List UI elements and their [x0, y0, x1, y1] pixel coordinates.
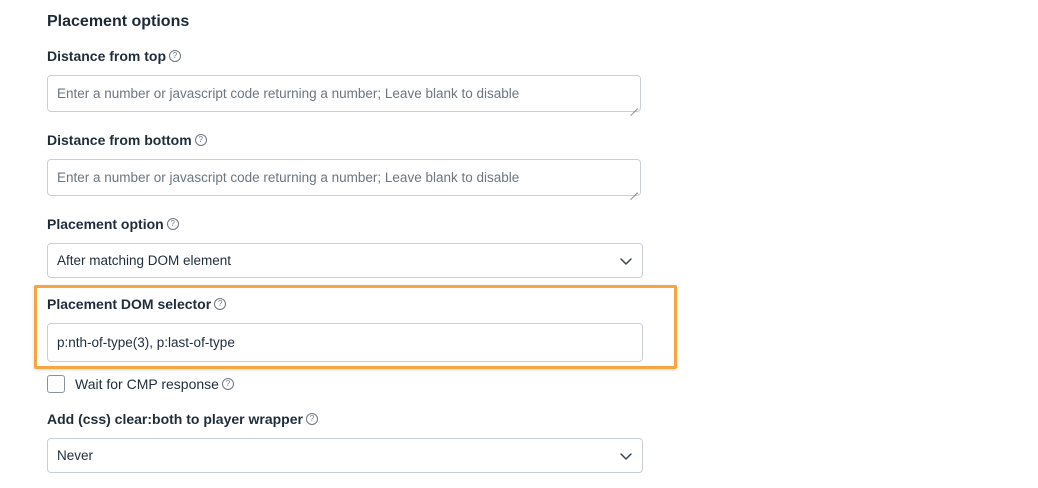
section-title: Placement options — [47, 13, 190, 30]
resize-grip-icon[interactable] — [630, 101, 638, 109]
placement-option-label: Placement option — [47, 216, 164, 232]
distance-top-field[interactable]: Enter a number or javascript code return… — [47, 75, 641, 112]
placement-option-value: After matching DOM element — [57, 253, 232, 268]
css-clear-label: Add (css) clear:both to player wrapper — [47, 411, 303, 427]
distance-bottom-field[interactable]: Enter a number or javascript code return… — [47, 159, 641, 196]
css-clear-label-row: Add (css) clear:both to player wrapper ? — [47, 410, 318, 428]
help-icon[interactable]: ? — [194, 134, 207, 146]
chevron-down-icon — [620, 452, 632, 460]
chevron-down-icon — [620, 257, 632, 265]
placement-option-select[interactable]: After matching DOM element — [47, 243, 643, 278]
wait-cmp-row: Wait for CMP response ? — [47, 375, 234, 393]
help-icon[interactable]: ? — [169, 50, 182, 62]
placement-selector-label: Placement DOM selector — [47, 296, 212, 312]
wait-cmp-checkbox[interactable] — [47, 375, 65, 393]
placement-selector-label-row: Placement DOM selector ? — [47, 295, 227, 313]
distance-top-label: Distance from top — [47, 48, 167, 64]
resize-grip-icon[interactable] — [630, 185, 638, 193]
help-icon[interactable]: ? — [305, 413, 318, 425]
distance-bottom-label: Distance from bottom — [47, 132, 192, 148]
placement-selector-value: p:nth-of-type(3), p:last-of-type — [57, 335, 235, 350]
distance-top-placeholder: Enter a number or javascript code return… — [57, 86, 520, 101]
distance-top-label-row: Distance from top ? — [47, 47, 182, 65]
help-icon[interactable]: ? — [221, 378, 234, 390]
css-clear-value: Never — [57, 448, 94, 463]
placement-selector-input[interactable]: p:nth-of-type(3), p:last-of-type — [47, 323, 643, 362]
wait-cmp-label[interactable]: Wait for CMP response — [75, 376, 219, 392]
distance-bottom-placeholder: Enter a number or javascript code return… — [57, 170, 520, 185]
help-icon[interactable]: ? — [166, 218, 179, 230]
css-clear-select[interactable]: Never — [47, 438, 643, 473]
help-icon[interactable]: ? — [214, 298, 227, 310]
distance-bottom-label-row: Distance from bottom ? — [47, 131, 207, 149]
placement-option-label-row: Placement option ? — [47, 215, 179, 233]
